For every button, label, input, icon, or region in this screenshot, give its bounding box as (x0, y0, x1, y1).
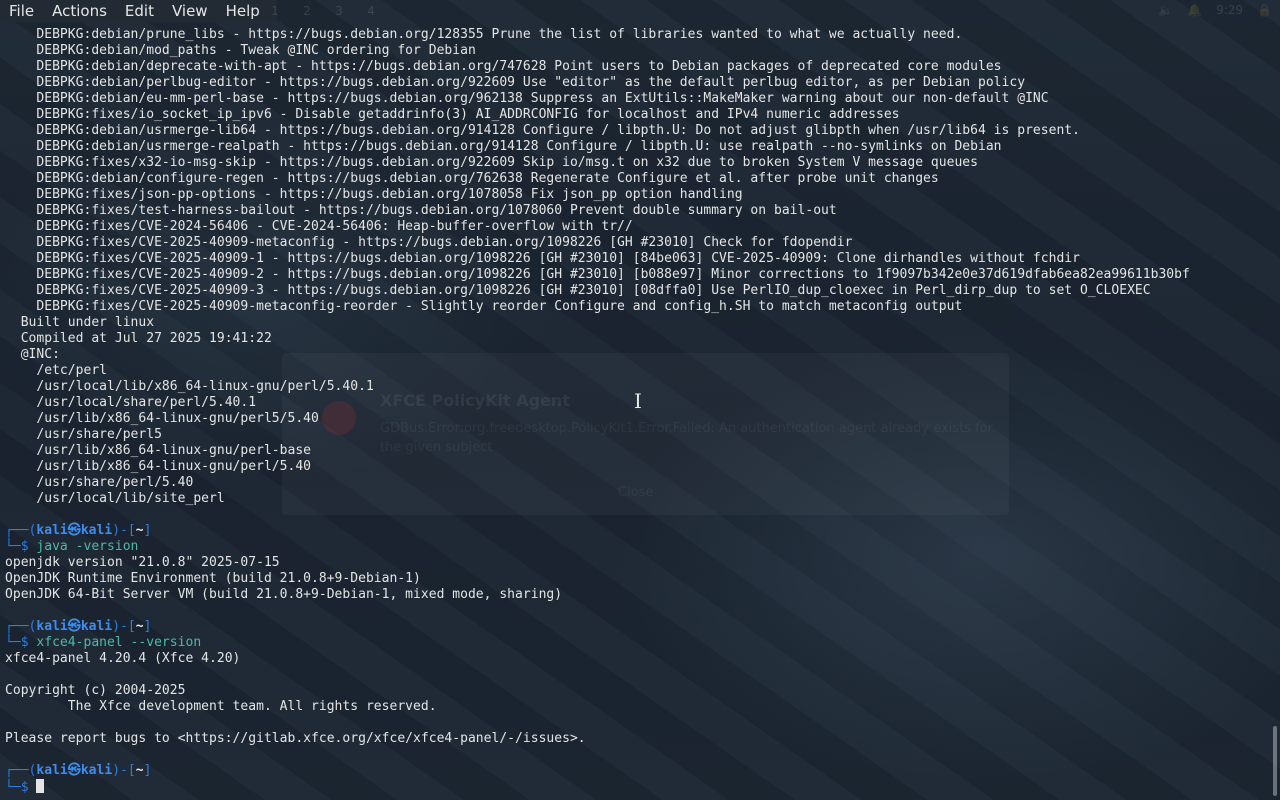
workspace-4[interactable]: 4 (358, 3, 384, 19)
prompt-user: kali (36, 763, 68, 778)
inc-path-line: /usr/share/perl5 (5, 427, 162, 442)
xfce-output-line: xfce4-panel 4.20.4 (Xfce 4.20) (5, 651, 241, 666)
clock[interactable]: 9:29 (1216, 3, 1243, 17)
top-panel: File Actions Edit View Help 1 2 3 4 🔈 🔔 … (0, 0, 1280, 22)
workspace-1[interactable]: 1 (262, 3, 288, 19)
debpkg-line: DEBPKG:fixes/io_socket_ip_ipv6 - Disable… (5, 107, 900, 122)
debpkg-line: DEBPKG:fixes/CVE-2024-56406 - CVE-2024-5… (5, 219, 633, 234)
inc-path-line: /etc/perl (5, 363, 108, 378)
menu-edit[interactable]: Edit (116, 0, 163, 22)
prompt-dir: ~ (135, 523, 144, 538)
menu-view[interactable]: View (163, 0, 217, 22)
prompt-host: kali (80, 523, 113, 538)
debpkg-line: DEBPKG:fixes/x32-io-msg-skip - https://b… (5, 155, 978, 170)
menu-help[interactable]: Help (217, 0, 269, 22)
prompt-host: kali (80, 763, 113, 778)
workspace-2[interactable]: 2 (294, 3, 320, 19)
prompt-host: kali (80, 619, 113, 634)
command-text: java -version (36, 539, 139, 554)
debpkg-line: DEBPKG:fixes/json-pp-options - https://b… (5, 187, 743, 202)
volume-icon[interactable]: 🔈 (1158, 3, 1173, 17)
inc-path-line: /usr/lib/x86_64-linux-gnu/perl-base (5, 443, 312, 458)
prompt-line: ┌──(kali㉿kali)-[~] (5, 523, 1190, 539)
debpkg-line: DEBPKG:debian/perlbug-editor - https://b… (5, 75, 1026, 90)
text-cursor-icon: I (634, 389, 642, 413)
terminal-cursor (36, 779, 45, 793)
debpkg-line: DEBPKG:debian/prune_libs - https://bugs.… (5, 27, 963, 42)
inc-path-line: /usr/share/perl/5.40 (5, 475, 194, 490)
debpkg-line: DEBPKG:fixes/test-harness-bailout - http… (5, 203, 837, 218)
prompt-bracket: ] (143, 619, 152, 634)
xfce-output-line (5, 667, 1190, 683)
prompt-bracket: )-[ (112, 523, 136, 538)
command-line: └─$ java -version (5, 539, 1190, 555)
terminal-output[interactable]: DEBPKG:debian/prune_libs - https://bugs.… (5, 27, 1190, 795)
prompt-dollar: └─$ (5, 780, 37, 795)
build-info-line: Built under linux (5, 315, 155, 330)
prompt-bracket: )-[ (112, 763, 136, 778)
debpkg-line: DEBPKG:debian/deprecate-with-apt - https… (5, 59, 1002, 74)
java-output-line: openjdk version "21.0.8" 2025-07-15 (5, 555, 280, 570)
terminal-scrollbar[interactable] (1273, 726, 1277, 796)
workspace-switcher: 1 2 3 4 (262, 3, 384, 19)
java-output-line: OpenJDK 64-Bit Server VM (build 21.0.8+9… (5, 587, 563, 602)
command-line: └─$ (5, 779, 1190, 795)
prompt-bracket: ] (143, 523, 152, 538)
lock-icon[interactable]: 🔒 (1257, 3, 1272, 17)
xfce-output-line: The Xfce development team. All rights re… (5, 699, 437, 714)
prompt-bracket: )-[ (112, 619, 136, 634)
prompt-at: ㉿ (67, 523, 81, 538)
prompt-line: ┌──(kali㉿kali)-[~] (5, 619, 1190, 635)
prompt-bracket: ┌──( (5, 619, 37, 634)
prompt-at: ㉿ (67, 619, 81, 634)
terminal-menubar: File Actions Edit View Help (0, 0, 277, 22)
prompt-dollar: └─$ (5, 539, 37, 554)
build-info-line: Compiled at Jul 27 2025 19:41:22 (5, 331, 272, 346)
prompt-dir: ~ (135, 763, 144, 778)
inc-path-line: /usr/local/share/perl/5.40.1 (5, 395, 257, 410)
prompt-dollar: └─$ (5, 635, 37, 650)
inc-path-line: /usr/local/lib/site_perl (5, 491, 225, 506)
debpkg-line: DEBPKG:debian/usrmerge-lib64 - https://b… (5, 123, 1080, 138)
prompt-dir: ~ (135, 619, 144, 634)
command-line: └─$ xfce4-panel --version (5, 635, 1190, 651)
xfce-output-line: Copyright (c) 2004-2025 (5, 683, 186, 698)
debpkg-line: DEBPKG:fixes/CVE-2025-40909-2 - https://… (5, 267, 1190, 282)
xfce-output-line: Please report bugs to <https://gitlab.xf… (5, 731, 586, 746)
prompt-user: kali (36, 523, 68, 538)
prompt-line: ┌──(kali㉿kali)-[~] (5, 763, 1190, 779)
command-text: xfce4-panel --version (36, 635, 202, 650)
debpkg-line: DEBPKG:debian/usrmerge-realpath - https:… (5, 139, 1002, 154)
notification-bell-icon[interactable]: 🔔 (1187, 3, 1202, 17)
debpkg-line: DEBPKG:fixes/CVE-2025-40909-metaconfig -… (5, 235, 853, 250)
debpkg-line: DEBPKG:debian/mod_paths - Tweak @INC ord… (5, 43, 476, 58)
debpkg-line: DEBPKG:debian/eu-mm-perl-base - https://… (5, 91, 1049, 106)
build-info-line: @INC: (5, 347, 60, 362)
inc-path-line: /usr/lib/x86_64-linux-gnu/perl5/5.40 (5, 411, 319, 426)
prompt-bracket: ┌──( (5, 523, 37, 538)
inc-path-line: /usr/lib/x86_64-linux-gnu/perl/5.40 (5, 459, 312, 474)
debpkg-line: DEBPKG:debian/configure-regen - https://… (5, 171, 939, 186)
prompt-bracket: ┌──( (5, 763, 37, 778)
debpkg-line: DEBPKG:fixes/CVE-2025-40909-3 - https://… (5, 283, 1151, 298)
prompt-at: ㉿ (67, 763, 81, 778)
debpkg-line: DEBPKG:fixes/CVE-2025-40909-1 - https://… (5, 251, 1080, 266)
system-tray: 🔈 🔔 9:29 🔒 (1158, 3, 1272, 17)
workspace-3[interactable]: 3 (326, 3, 352, 19)
menu-actions[interactable]: Actions (43, 0, 116, 22)
debpkg-line: DEBPKG:fixes/CVE-2025-40909-metaconfig-r… (5, 299, 963, 314)
inc-path-line: /usr/local/lib/x86_64-linux-gnu/perl/5.4… (5, 379, 374, 394)
prompt-user: kali (36, 619, 68, 634)
prompt-bracket: ] (143, 763, 152, 778)
menu-file[interactable]: File (0, 0, 43, 22)
java-output-line: OpenJDK Runtime Environment (build 21.0.… (5, 571, 421, 586)
xfce-output-line (5, 715, 1190, 731)
